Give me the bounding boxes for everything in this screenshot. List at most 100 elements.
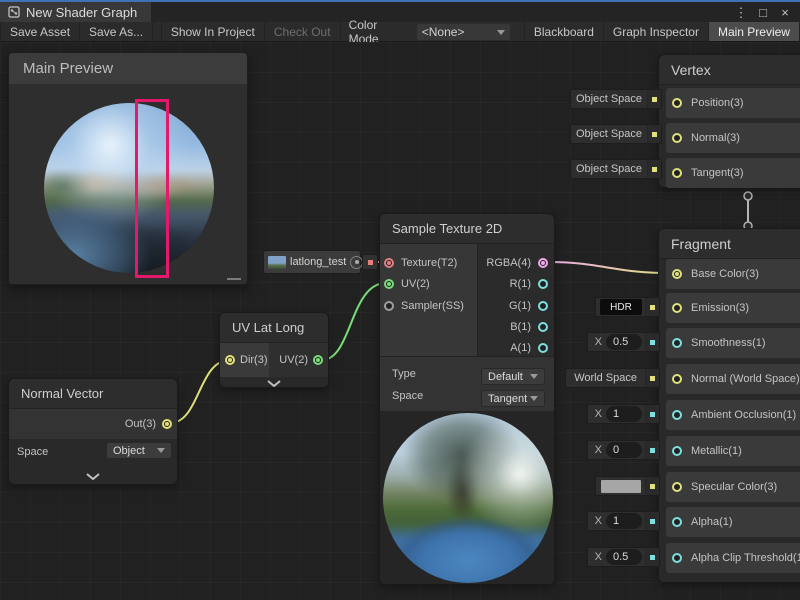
connector-dot [652,97,657,102]
vertex-row-normal: Normal(3) [666,123,800,153]
rgba-output-port[interactable] [538,258,548,268]
fragment-row-alpha: Alpha(1) [666,507,800,537]
alphaclip-label: Alpha Clip Threshold(1) [691,552,800,564]
main-preview-panel[interactable]: Main Preview [8,52,248,285]
g-output-port[interactable] [538,301,548,311]
input-texture: Texture(T2) [384,253,457,273]
selection-rectangle [135,99,169,278]
sample-texture-title: Sample Texture 2D [380,214,554,244]
specular-color-field[interactable] [595,476,660,496]
save-asset-button[interactable]: Save Asset [0,22,80,41]
resize-handle[interactable] [227,278,241,280]
position-input-port[interactable] [672,98,682,108]
position-label: Position(3) [691,97,744,109]
alpha-input-port[interactable] [672,517,682,527]
space-label: Space [392,390,423,402]
fragment-row-alphaclip: Alpha Clip Threshold(1) [666,543,800,573]
ao-value-field[interactable]: X 1 [587,404,660,424]
check-out-button: Check Out [265,22,341,41]
fragment-row-smoothness: Smoothness(1) [666,328,800,358]
uv-output-row: UV(2) [269,343,328,377]
b-output-port[interactable] [538,322,548,332]
texture-thumbnail [268,256,286,269]
emission-input-port[interactable] [672,303,682,313]
graph-inspector-button[interactable]: Graph Inspector [604,22,709,41]
normal-space-dropdown-fragment[interactable]: World Space [565,368,660,388]
dir-input-port[interactable] [225,355,235,365]
normal-vector-node[interactable]: Normal Vector Out(3) Space Object [8,378,178,485]
uv-input-port[interactable] [384,279,394,289]
connector-dot [650,305,655,310]
normalws-input-port[interactable] [672,374,682,384]
sampler-input-port[interactable] [384,301,394,311]
type-dropdown[interactable]: Default [481,368,545,385]
input-sampler: Sampler(SS) [384,296,464,316]
uv-lat-long-title: UV Lat Long [220,313,328,343]
connector-dot [650,448,655,453]
edge-rgba-to-basecolor[interactable] [548,262,670,273]
normal-space-dropdown[interactable]: Object Space [570,124,662,144]
alpha-label: Alpha(1) [691,516,733,528]
node-preview [380,411,554,584]
collapse-chevron-icon[interactable] [220,377,328,389]
uv-lat-long-node[interactable]: UV Lat Long Dir(3) UV(2) [219,312,329,388]
fragment-row-specular: Specular Color(3) [666,472,800,502]
sample-preview-sphere [383,413,553,583]
fragment-row-normalws: Normal (World Space)(3) [666,364,800,394]
space-dropdown[interactable]: Tangent [481,390,545,407]
texture-input-port[interactable] [384,258,394,268]
emission-hdr-field[interactable]: HDR [595,297,660,317]
collapse-chevron-icon[interactable] [9,470,177,482]
metallic-input-port[interactable] [672,446,682,456]
connector-dot [650,340,655,345]
connector-dot [368,260,373,265]
tangent-space-dropdown[interactable]: Object Space [570,159,662,179]
out-output-port[interactable] [162,419,172,429]
tab-new-shader-graph[interactable]: New Shader Graph [0,2,151,22]
smoothness-input-port[interactable] [672,338,682,348]
texture-asset-connector [362,254,378,270]
edge-uvlatlong-to-sample[interactable] [322,283,386,360]
alphaclip-input-port[interactable] [672,553,682,563]
nv-space-dropdown[interactable]: Object [106,442,172,459]
basecolor-label: Base Color(3) [691,268,759,280]
color-mode-dropdown[interactable]: <None> [417,24,510,40]
ao-input-port[interactable] [672,410,682,420]
close-icon[interactable]: × [776,3,794,21]
input-uv: UV(2) [384,274,430,294]
smoothness-value-field[interactable]: X 0.5 [587,332,660,352]
shader-graph-icon [8,6,20,18]
blackboard-button[interactable]: Blackboard [524,22,604,41]
tangent-input-port[interactable] [672,168,682,178]
vertex-node-title: Vertex [659,55,800,85]
chevron-down-icon [497,30,505,35]
output-a: A(1) [510,338,548,358]
a-output-port[interactable] [538,343,548,353]
connector-dot [650,555,655,560]
fragment-node[interactable]: Fragment Base Color(3) Emission(3) Smoot… [658,228,800,583]
vertex-node[interactable]: Vertex Position(3) Normal(3) Tangent(3) [658,54,800,188]
main-preview-title: Main Preview [9,53,247,84]
connector-dot [652,167,657,172]
kebab-menu-icon[interactable]: ⋮ [732,3,750,21]
r-output-port[interactable] [538,279,548,289]
normal-input-port[interactable] [672,133,682,143]
metallic-value-field[interactable]: X 0 [587,440,660,460]
texture-asset-node[interactable]: latlong_test [263,250,361,274]
alphaclip-value-field[interactable]: X 0.5 [587,547,660,567]
specular-input-port[interactable] [672,482,682,492]
type-label: Type [392,368,416,380]
main-preview-button[interactable]: Main Preview [709,22,800,41]
alpha-value-field[interactable]: X 1 [587,511,660,531]
save-as-button[interactable]: Save As... [80,22,153,41]
uv-output-port[interactable] [313,355,323,365]
maximize-icon[interactable]: □ [754,3,772,21]
graph-canvas[interactable]: Main Preview Vertex Position(3) Normal(3… [0,42,800,600]
basecolor-input-port[interactable] [672,269,682,279]
show-in-project-button[interactable]: Show In Project [161,22,265,41]
sample-texture-2d-node[interactable]: Sample Texture 2D Texture(T2) UV(2) Samp… [379,213,555,585]
position-space-dropdown[interactable]: Object Space [570,89,662,109]
color-swatch[interactable] [601,480,641,493]
smoothness-label: Smoothness(1) [691,337,766,349]
vertex-row-position: Position(3) [666,88,800,118]
